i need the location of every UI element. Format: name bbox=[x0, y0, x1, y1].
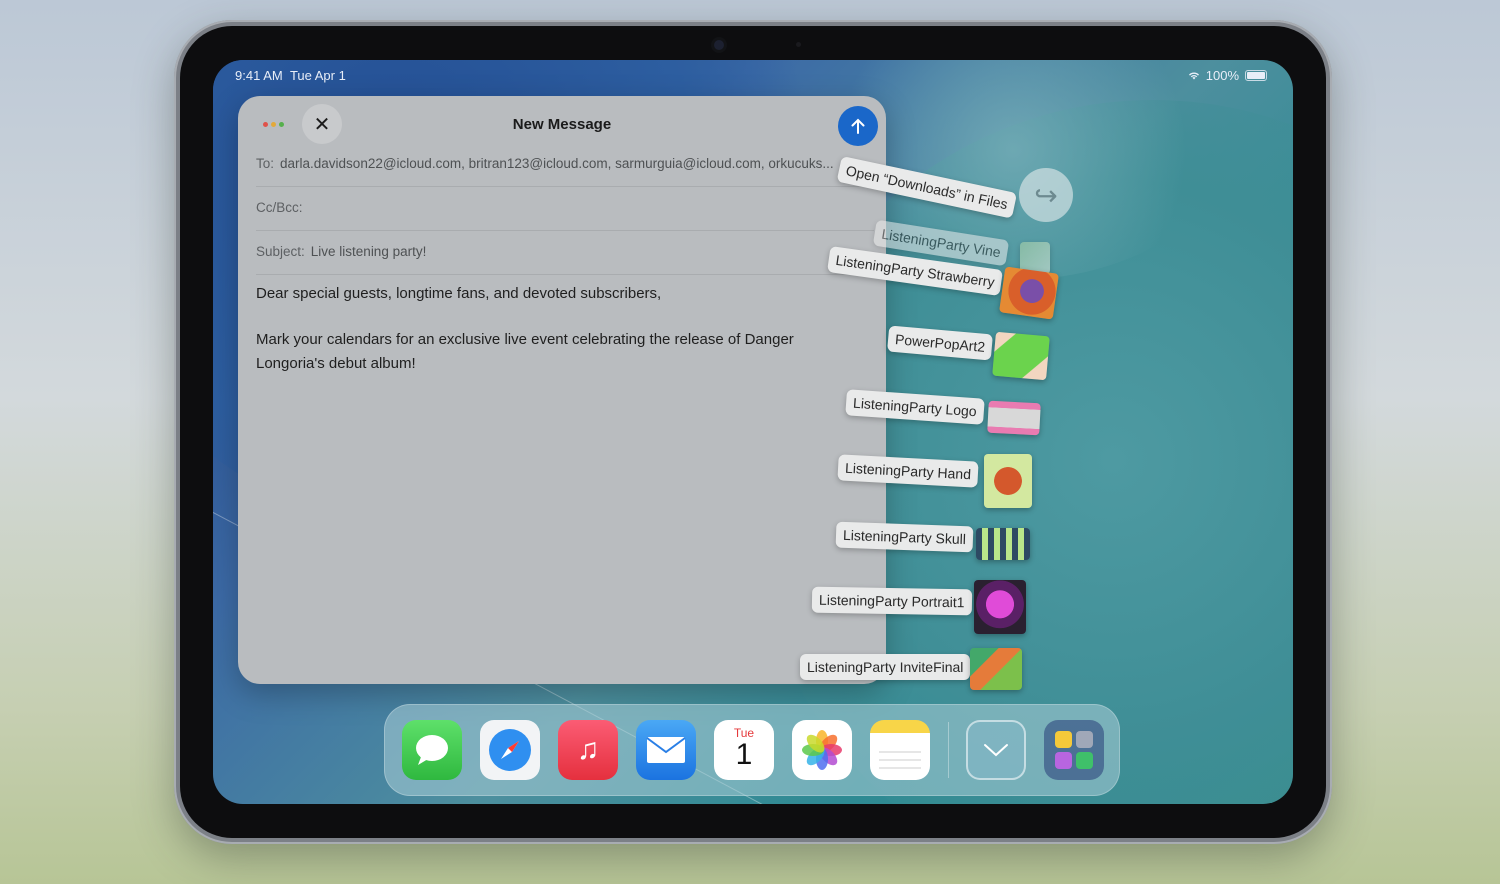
drag-item-thumbnail bbox=[974, 580, 1026, 634]
mail-app-icon[interactable] bbox=[636, 720, 696, 780]
body-paragraph: Dear special guests, longtime fans, and … bbox=[256, 285, 662, 302]
notes-app-icon[interactable] bbox=[870, 720, 930, 780]
music-note-icon: ♫ bbox=[576, 733, 600, 766]
drag-item-thumbnail bbox=[976, 528, 1030, 560]
status-clock: 9:41 AM bbox=[235, 68, 283, 83]
cc-label: Cc/Bcc: bbox=[256, 200, 303, 215]
photos-flower-icon bbox=[802, 730, 842, 770]
calendar-app-icon[interactable]: Tue 1 bbox=[714, 720, 774, 780]
envelope-icon bbox=[646, 737, 686, 763]
dock-divider bbox=[948, 722, 949, 778]
status-time: 9:41 AM Tue Apr 1 bbox=[235, 68, 346, 83]
mail-compose-window: ✕ New Message To: darla.davidson22@icloud… bbox=[238, 96, 886, 684]
calendar-date: 1 bbox=[735, 738, 753, 771]
speech-bubble-icon bbox=[416, 735, 448, 765]
subject-value[interactable]: Live listening party! bbox=[311, 244, 427, 259]
body-paragraph: Mark your calendars for an exclusive liv… bbox=[256, 331, 794, 372]
drag-item-thumbnail bbox=[970, 648, 1022, 690]
compose-title: New Message bbox=[512, 116, 612, 133]
chevron-down-icon bbox=[984, 744, 1008, 757]
message-body[interactable]: Dear special guests, longtime fans, and … bbox=[256, 282, 816, 398]
status-date: Tue Apr 1 bbox=[289, 68, 346, 83]
drag-item-thumbnail bbox=[987, 400, 1041, 436]
subject-field[interactable]: Subject: Live listening party! bbox=[256, 230, 874, 275]
compass-icon bbox=[489, 729, 531, 771]
share-arrow-icon[interactable]: ↪ bbox=[1019, 168, 1073, 222]
dock: ♫ Tue 1 bbox=[384, 704, 1120, 796]
safari-app-icon[interactable] bbox=[480, 720, 540, 780]
battery-icon bbox=[1245, 70, 1267, 81]
status-indicators: 100% bbox=[1188, 68, 1267, 83]
drag-item-label[interactable]: ListeningParty InviteFinal bbox=[800, 654, 971, 680]
ipad-screen: 9:41 AM Tue Apr 1 100% ✕ New Message To:… bbox=[213, 60, 1293, 804]
to-label: To: bbox=[256, 156, 275, 171]
cc-bcc-field[interactable]: Cc/Bcc: bbox=[256, 186, 874, 231]
wifi-icon bbox=[1188, 72, 1199, 80]
to-field[interactable]: To: darla.davidson22@icloud.com, britran1… bbox=[256, 142, 874, 187]
battery-percent: 100% bbox=[1205, 68, 1239, 83]
drag-item-label[interactable]: ListeningParty Skull bbox=[835, 521, 974, 553]
messages-app-icon[interactable] bbox=[402, 720, 462, 780]
front-camera bbox=[714, 40, 724, 50]
downloads-folder-icon[interactable] bbox=[966, 720, 1026, 780]
drag-item-thumbnail bbox=[992, 331, 1050, 381]
app-grid-icon bbox=[1055, 731, 1093, 769]
drag-item-thumbnail bbox=[999, 266, 1059, 320]
send-button[interactable] bbox=[838, 106, 878, 146]
photos-app-icon[interactable] bbox=[792, 720, 852, 780]
to-recipients[interactable]: darla.davidson22@icloud.com, britran123@… bbox=[280, 156, 834, 171]
drag-item-label[interactable]: ListeningParty Portrait1 bbox=[811, 586, 972, 616]
drag-item-thumbnail bbox=[984, 454, 1032, 508]
subject-label: Subject: bbox=[256, 244, 305, 259]
arrow-up-icon bbox=[851, 118, 865, 134]
sensor bbox=[796, 42, 801, 47]
music-app-icon[interactable]: ♫ bbox=[558, 720, 618, 780]
app-library-icon[interactable] bbox=[1044, 720, 1104, 780]
notes-lines-icon bbox=[879, 751, 921, 769]
